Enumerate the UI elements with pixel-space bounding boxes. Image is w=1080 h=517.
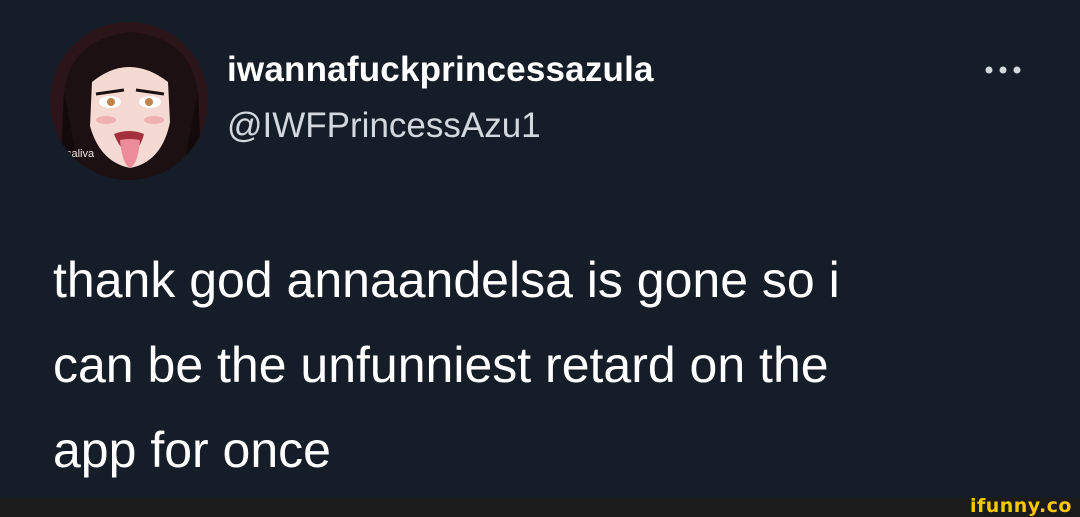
more-horizontal-icon: [985, 66, 1021, 74]
avatar-caption: saliva: [66, 148, 95, 160]
avatar[interactable]: saliva: [50, 22, 208, 180]
author-display-name[interactable]: iwannafuckprincessazula: [227, 50, 654, 90]
watermark-bar: [0, 497, 1080, 517]
tweet-text: thank god annaandelsa is gone so i can b…: [53, 252, 840, 478]
ifunny-watermark: ifunny.co: [969, 495, 1072, 517]
tweet-card: saliva iwannafuckprincessazula @IWFPrinc…: [0, 0, 1080, 497]
author-handle[interactable]: @IWFPrincessAzu1: [227, 106, 541, 146]
more-options-button[interactable]: [980, 55, 1026, 85]
